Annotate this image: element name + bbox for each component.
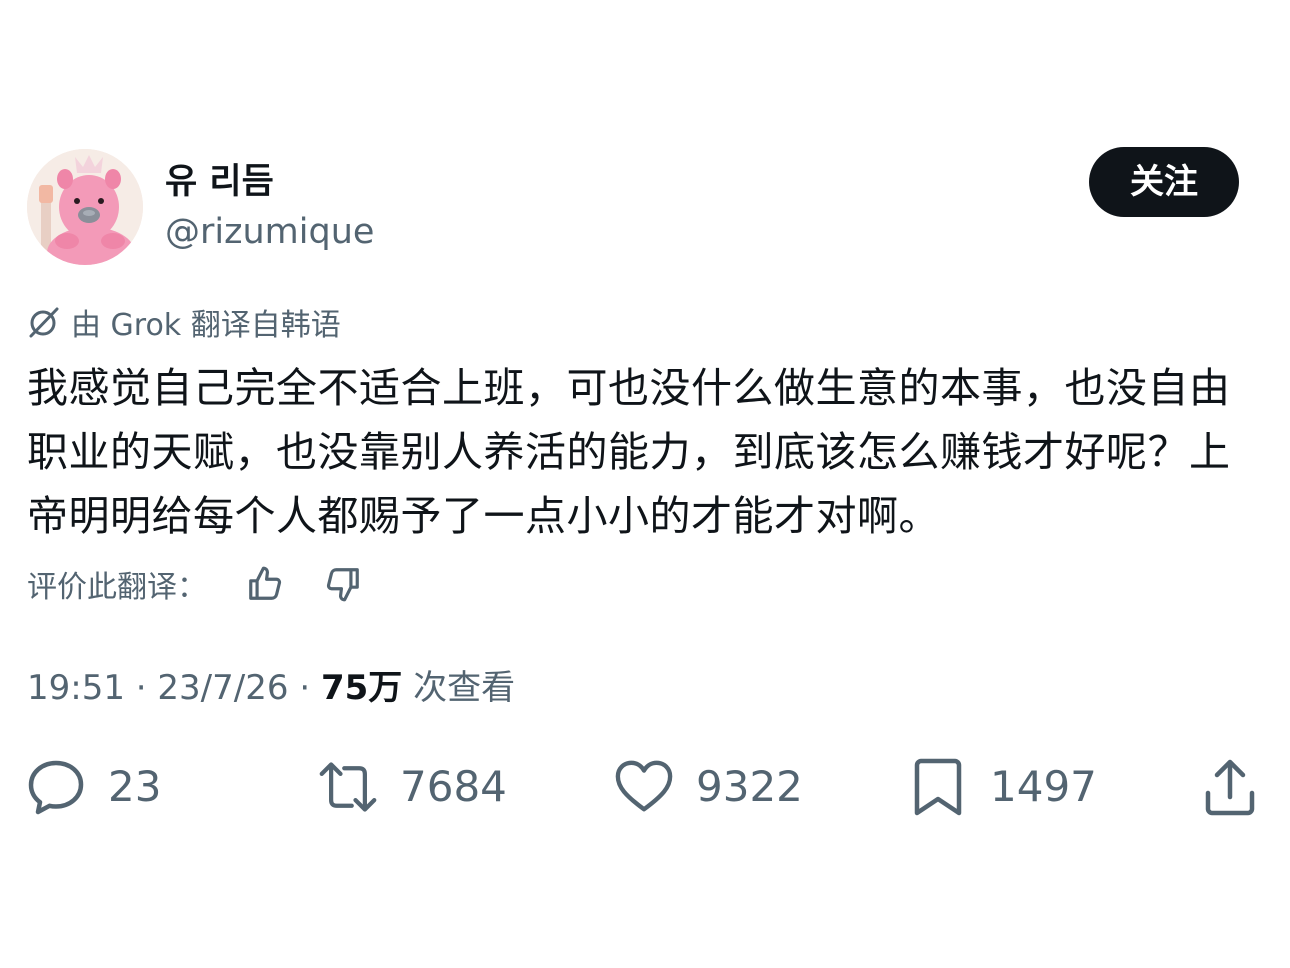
meta-separator: · xyxy=(299,668,311,708)
share-button[interactable] xyxy=(1200,755,1260,819)
follow-button[interactable]: 关注 xyxy=(1089,147,1239,217)
reply-icon xyxy=(26,757,86,817)
tweet-text: 我感觉自己完全不适合上班，可也没什么做生意的本事，也没自由职业的天赋，也没靠别人… xyxy=(27,364,1231,540)
share-icon xyxy=(1200,757,1260,817)
grok-icon xyxy=(27,305,61,339)
heart-icon xyxy=(614,757,674,817)
retweet-button[interactable]: 7684 xyxy=(318,755,507,819)
thumbs-down-icon[interactable] xyxy=(323,564,363,604)
retweet-icon xyxy=(318,757,378,817)
meta-separator: · xyxy=(135,668,147,708)
retweet-count: 7684 xyxy=(400,762,507,811)
tweet-meta: 19:51 · 23/7/26 · 75万 次查看 xyxy=(27,666,515,710)
reply-count: 23 xyxy=(108,762,162,811)
user-handle[interactable]: @rizumique xyxy=(165,210,374,254)
views-count: 75万 xyxy=(320,668,403,708)
thumbs-up-icon[interactable] xyxy=(245,564,285,604)
like-count: 9322 xyxy=(696,762,803,811)
tweet-date[interactable]: 23/7/26 xyxy=(157,668,288,708)
avatar[interactable] xyxy=(27,149,143,265)
views-label: 次查看 xyxy=(413,668,516,708)
tweet-card: 유 리듬 @rizumique 关注 由 Grok 翻译自韩语 我感觉自己完全不… xyxy=(0,0,1290,968)
bookmark-icon xyxy=(908,757,968,817)
pink-wombat-avatar-icon xyxy=(27,149,143,265)
rate-translation: 评价此翻译： xyxy=(27,562,363,606)
bookmark-button[interactable]: 1497 xyxy=(908,755,1097,819)
tweet-time[interactable]: 19:51 xyxy=(27,668,125,708)
bookmark-count: 1497 xyxy=(990,762,1097,811)
display-name[interactable]: 유 리듬 xyxy=(165,160,274,204)
like-button[interactable]: 9322 xyxy=(614,755,803,819)
translation-note-text: 由 Grok 翻译自韩语 xyxy=(71,308,341,343)
rate-translation-label: 评价此翻译： xyxy=(27,570,207,605)
translation-note: 由 Grok 翻译自韩语 xyxy=(27,302,341,343)
reply-button[interactable]: 23 xyxy=(26,755,161,819)
